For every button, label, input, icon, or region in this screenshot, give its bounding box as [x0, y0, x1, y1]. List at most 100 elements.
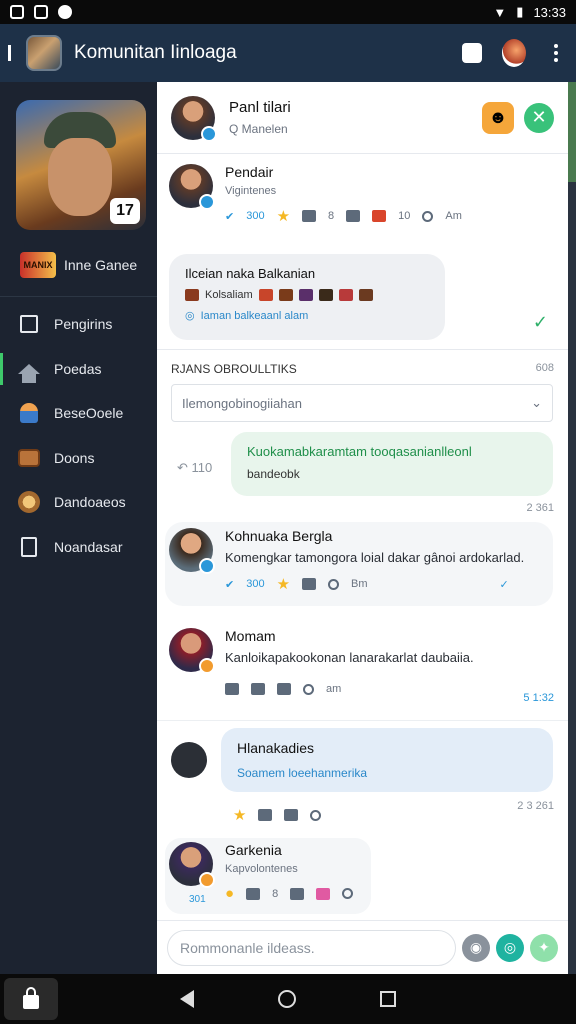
sidebar-item-label: Dandoaeos: [54, 494, 126, 511]
search-icon[interactable]: [342, 888, 354, 899]
item-icon: [278, 289, 293, 301]
game-cover-image[interactable]: 17: [16, 100, 146, 230]
message-sub: bandeobk: [247, 467, 300, 481]
composer: Rommonanle ildeass. ◉ ◎ ✦: [157, 920, 568, 974]
tower-icon[interactable]: [346, 210, 361, 222]
app-title: Komunitan Iinloaga: [74, 42, 237, 63]
sidebar-item-beseooele[interactable]: BeseOoele: [0, 391, 157, 436]
message-placeholder: Rommonanle ildeass.: [180, 939, 315, 956]
lock-icon: [23, 987, 39, 1009]
sidebar-item-poedas[interactable]: Poedas: [0, 347, 157, 392]
status-bar: ▼ ▮ 13:33: [0, 0, 576, 24]
item-icon: [258, 289, 273, 301]
star-icon[interactable]: ★: [233, 806, 246, 824]
game-row[interactable]: MANIX Inne Ganee: [20, 252, 137, 278]
sidebar-item-dandoaeos[interactable]: Dandoaeos: [0, 480, 157, 525]
scrollbar[interactable]: [568, 82, 576, 974]
message-bubble[interactable]: Ilceian naka Balkanian Kolsaliam ◎ Iaman…: [169, 254, 445, 340]
search-icon[interactable]: [310, 809, 322, 821]
verified-icon: [199, 558, 215, 574]
search-icon[interactable]: [422, 210, 434, 222]
camera-icon[interactable]: ◉: [462, 933, 490, 962]
gift-icon[interactable]: [372, 210, 387, 222]
sticker-icon[interactable]: ◎: [496, 933, 524, 962]
chest-icon: [18, 447, 40, 469]
stat-count: 8: [272, 887, 279, 900]
sidebar-item-label: BeseOoele: [54, 405, 124, 422]
close-icon[interactable]: ✕: [524, 102, 554, 133]
tower-icon[interactable]: [302, 578, 317, 590]
divider: [157, 720, 568, 721]
post-author: Pendair: [225, 164, 274, 180]
timestamp: 2 3 261: [517, 800, 554, 812]
tower-icon[interactable]: [258, 809, 273, 821]
game-logo: MANIX: [20, 252, 56, 278]
sidebar-nav: Pengirins Poedas BeseOoele Doons Dandoae…: [0, 302, 157, 569]
gift-icon[interactable]: [316, 887, 331, 900]
tower-icon[interactable]: [251, 683, 265, 695]
doc-icon: [18, 536, 40, 558]
community-avatar[interactable]: [26, 35, 62, 71]
list-item[interactable]: Pendair Vigintenes ✔ 300 ★ 8 10 Am: [157, 164, 568, 225]
avatar[interactable]: [169, 164, 215, 210]
sidebar-item-noandasar[interactable]: Noandasar: [0, 525, 157, 570]
message-bubble[interactable]: Hlanakadies Soamem loeehanmerika: [221, 728, 553, 792]
home-icon[interactable]: [302, 210, 317, 222]
section-title: RJANS OBROULLTIKS: [171, 362, 297, 376]
avatar[interactable]: [169, 528, 215, 574]
calendar-icon[interactable]: [460, 41, 484, 65]
back-icon[interactable]: [8, 45, 18, 61]
emoji-icon[interactable]: ●: [225, 885, 234, 902]
system-nav-bar: [0, 974, 576, 1024]
verified-icon: [199, 194, 215, 210]
sword-icon: [18, 491, 40, 514]
search-icon[interactable]: [328, 578, 340, 590]
back-icon[interactable]: [180, 990, 194, 1008]
recents-icon[interactable]: [380, 991, 396, 1007]
list-item[interactable]: Garkenia Kapvolontenes ● 8: [157, 842, 568, 902]
item-icon: [318, 289, 333, 301]
game-badge: 17: [110, 198, 140, 224]
castle-icon[interactable]: [284, 809, 299, 821]
check-icon: ✓: [499, 578, 509, 591]
game-name: Inne Ganee: [64, 257, 138, 273]
avatar[interactable]: [171, 95, 217, 142]
message-bubble-sent[interactable]: Kuokamabkaramtam tooqasanianlleonl bande…: [231, 432, 553, 496]
sidebar-item-pengirins[interactable]: Pengirins: [0, 302, 157, 347]
castle-icon[interactable]: [290, 887, 305, 900]
lock-button[interactable]: [4, 978, 58, 1020]
sidebar-item-doons[interactable]: Doons: [0, 436, 157, 481]
tower-icon[interactable]: [246, 887, 261, 900]
scrollbar-thumb[interactable]: [568, 82, 576, 182]
emoji-icon[interactable]: ☻: [482, 101, 514, 134]
star-icon[interactable]: ★: [277, 207, 290, 225]
avatar[interactable]: [169, 842, 215, 888]
link-text: Iaman balkeaanl alam: [200, 309, 309, 322]
flag-icon: [18, 313, 40, 335]
message-input[interactable]: Rommonanle ildeass.: [167, 929, 456, 966]
list-item[interactable]: Kohnuaka Bergla Komengkar tamongora loia…: [157, 528, 568, 593]
home-circle-icon[interactable]: [278, 990, 296, 1008]
reply-icon[interactable]: ↶ 110: [177, 460, 212, 476]
avatar[interactable]: [169, 628, 215, 674]
filter-dropdown[interactable]: Ilemongobinogiiahan ⌄: [171, 384, 553, 422]
star-icon[interactable]: ★: [277, 575, 290, 593]
reply-count: 110: [191, 460, 213, 475]
sidebar-item-label: Poedas: [54, 360, 102, 377]
rocket-icon[interactable]: [502, 39, 526, 67]
items-label: Kolsaliam: [205, 289, 253, 301]
more-vert-icon[interactable]: [544, 41, 568, 65]
home-icon[interactable]: [225, 683, 239, 695]
post-author: Momam: [225, 628, 276, 644]
notification-icon: [10, 5, 24, 19]
stat-count: 10: [398, 210, 411, 222]
send-icon[interactable]: ✦: [530, 933, 558, 962]
stat-time: am: [326, 683, 342, 695]
message-sub: Soamem loeehanmerika: [237, 766, 368, 780]
item-icon: [298, 289, 313, 301]
search-icon[interactable]: [303, 683, 314, 695]
item-icon: [338, 289, 353, 301]
list-item[interactable]: Momam Kanloikapakookonan lanarakarlat da…: [157, 628, 568, 695]
message-link[interactable]: ◎ Iaman balkeaanl alam: [185, 309, 429, 323]
castle-icon[interactable]: [277, 683, 291, 695]
